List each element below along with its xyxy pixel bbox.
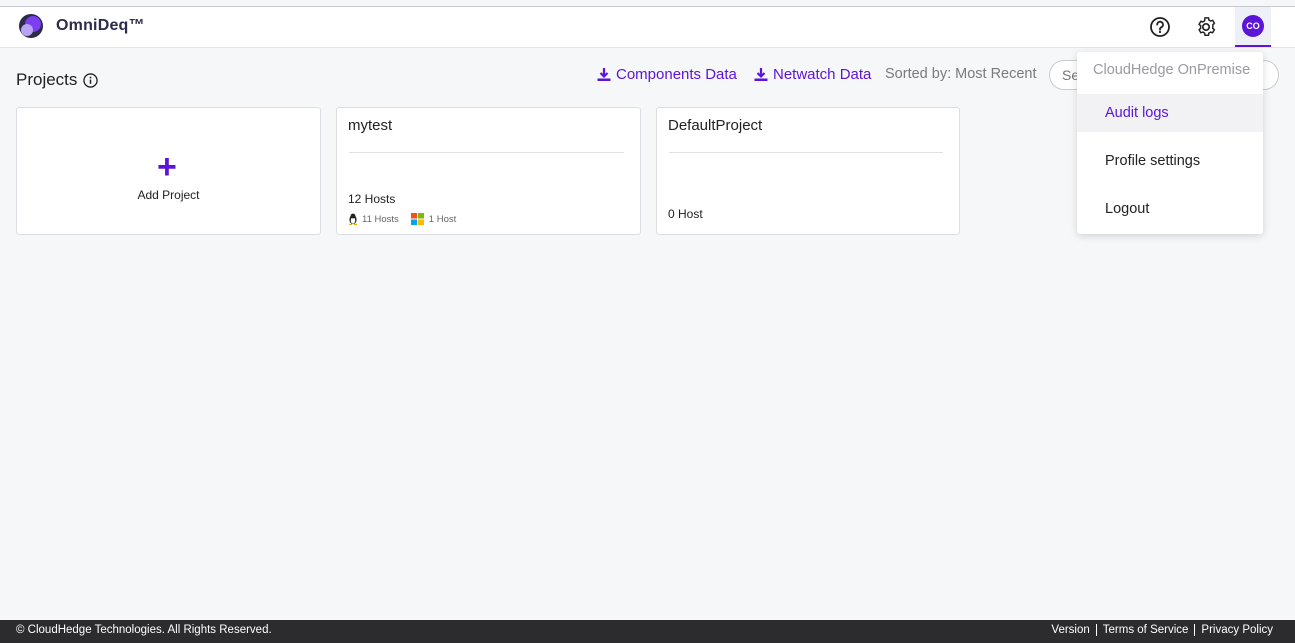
host-count: 0 Host [668,207,703,221]
netwatch-data-download-link[interactable]: Netwatch Data [754,66,871,83]
info-icon[interactable] [83,72,99,88]
windows-icon [410,213,424,225]
download-icon [754,68,768,81]
footer-link-privacy[interactable]: Privacy Policy [1194,624,1279,636]
linux-host-count: 11 Hosts [362,213,399,225]
card-divider [349,152,624,153]
menu-item-profile-settings[interactable]: Profile settings [1077,142,1263,180]
netwatch-data-label: Netwatch Data [773,66,872,83]
plus-icon: + [157,148,177,186]
project-name: DefaultProject [668,117,763,134]
footer-link-terms[interactable]: Terms of Service [1095,624,1195,636]
brand-name: OmniDeq™ [56,17,145,34]
menu-item-logout[interactable]: Logout [1077,190,1263,228]
project-card-defaultproject[interactable]: DefaultProject 0 Host [656,107,960,235]
project-name: mytest [348,117,393,134]
download-icon [597,68,611,81]
user-avatar-button[interactable]: CO [1235,7,1271,47]
components-data-download-link[interactable]: Components Data [597,66,737,83]
add-project-label: Add Project [137,188,200,202]
copyright-text: © CloudHedge Technologies. All Rights Re… [16,624,272,636]
footer-links: Version Terms of Service Privacy Policy [1045,624,1279,636]
card-divider [669,152,943,153]
host-count: 12 Hosts [348,192,396,206]
omnideq-logo-icon [19,14,43,38]
os-breakdown: 11 Hosts 1 Host [348,213,468,225]
menu-item-audit-logs[interactable]: Audit logs [1077,94,1263,132]
footer-link-version[interactable]: Version [1045,624,1095,636]
settings-gear-icon[interactable] [1194,15,1218,39]
add-project-card[interactable]: + Add Project [16,107,321,235]
page-title: Projects [16,70,99,90]
components-data-label: Components Data [616,66,737,83]
project-card-mytest[interactable]: mytest 12 Hosts 11 Hosts 1 Host [336,107,641,235]
top-header: OmniDeq™ CO [0,7,1295,48]
page-title-text: Projects [16,70,78,89]
window-top-edge [0,0,1295,7]
footer: © CloudHedge Technologies. All Rights Re… [0,620,1295,643]
linux-tux-icon [349,213,357,225]
help-icon[interactable] [1148,15,1172,39]
organization-name: CloudHedge OnPremise [1093,62,1251,78]
sort-selector[interactable]: Sorted by: Most Recent [885,66,1037,82]
windows-host-count: 1 Host [428,213,457,225]
user-dropdown-menu: CloudHedge OnPremise Audit logs Profile … [1077,52,1263,234]
avatar: CO [1242,15,1264,37]
